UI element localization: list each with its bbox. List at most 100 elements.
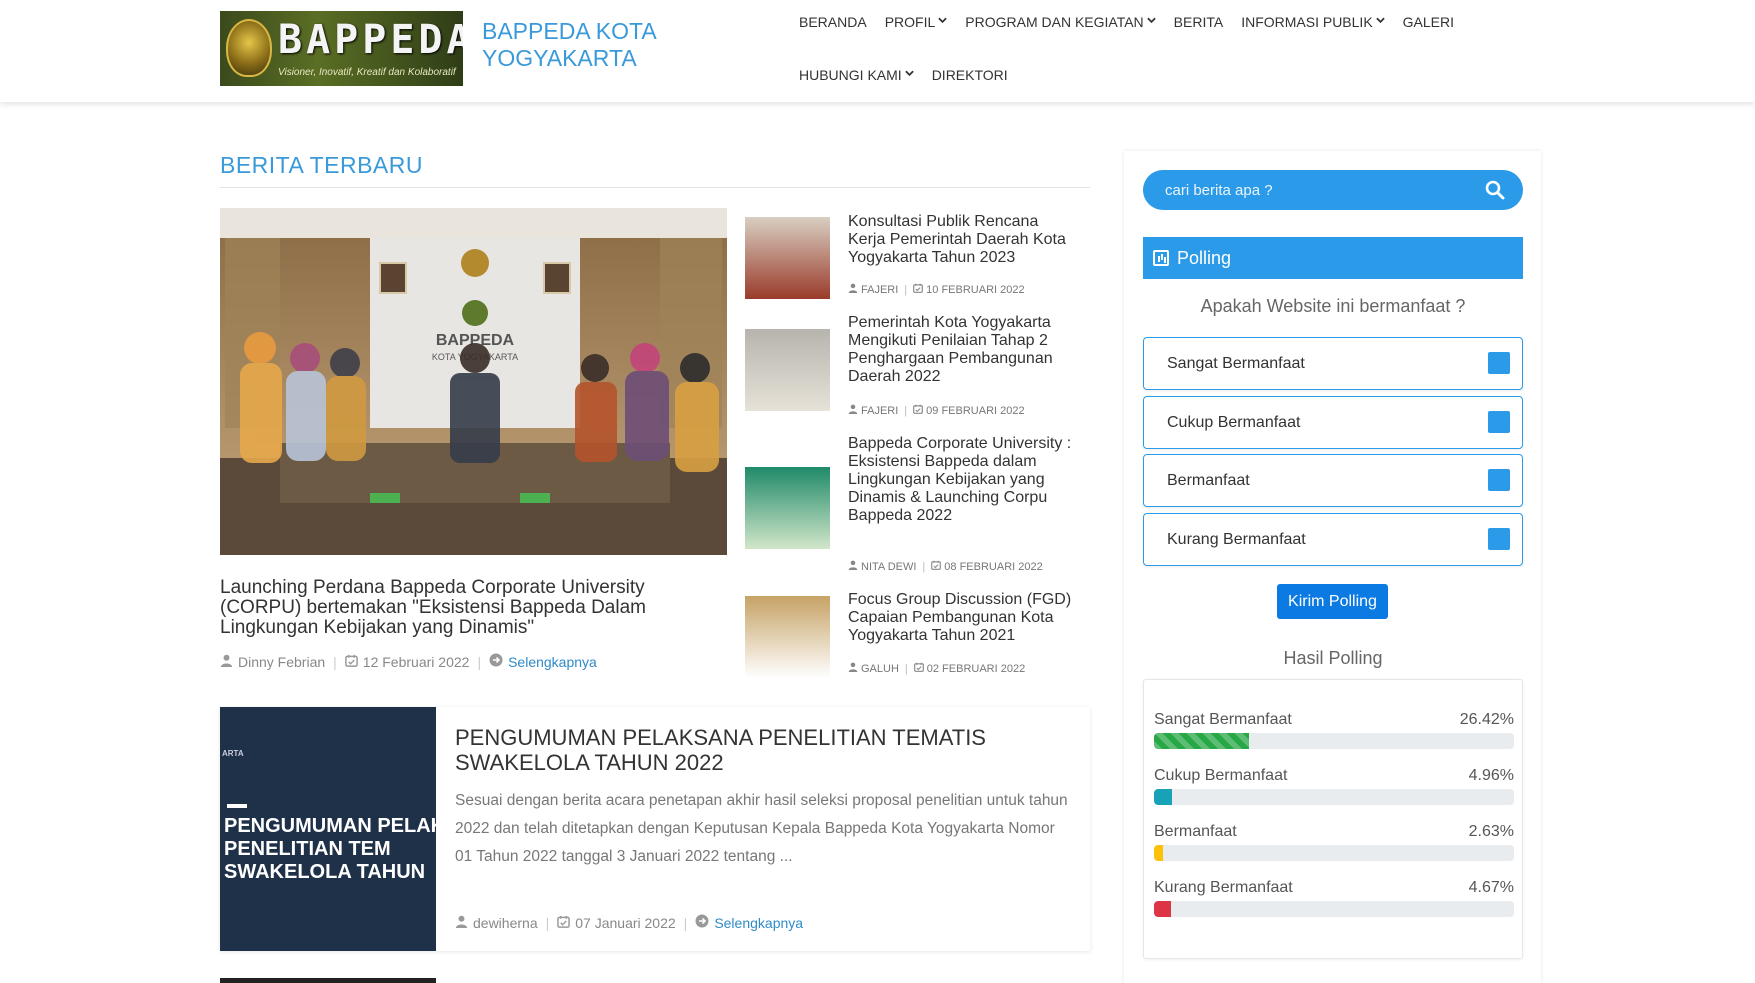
announcement-read-more-link[interactable]: Selengkapnya xyxy=(714,915,803,931)
poll-results: Sangat Bermanfaat 26.42% Cukup Bermanfaat 4… xyxy=(1143,679,1523,959)
poll-option-checkbox[interactable] xyxy=(1488,352,1510,374)
side-news-date: 09 FEBRUARI 2022 xyxy=(926,404,1025,417)
submit-poll-button[interactable]: Kirim Polling xyxy=(1277,584,1388,619)
announcement-image[interactable]: ARTA PENGUMUMAN PELAK PENELITIAN TEM SWA… xyxy=(220,707,436,951)
poll-result-bar xyxy=(1154,733,1250,749)
poll-result-label: Bermanfaat xyxy=(1154,823,1237,840)
nav-row-2: HUBUNGI KAMI DIREKTORI xyxy=(790,66,1017,84)
user-icon xyxy=(848,283,858,296)
side-news-thumbnail[interactable] xyxy=(745,467,830,549)
nav-item-label: PROFIL xyxy=(884,14,936,30)
calendar-icon xyxy=(931,560,942,573)
meta-separator: | xyxy=(683,914,688,931)
poll-option[interactable]: Cukup Bermanfaat xyxy=(1143,396,1523,449)
featured-news-image[interactable]: BAPPEDA KOTA YOGYAKARTA xyxy=(220,208,727,555)
section-divider xyxy=(220,187,1090,188)
poll-option[interactable]: Sangat Bermanfaat xyxy=(1143,337,1523,390)
poll-option-checkbox[interactable] xyxy=(1488,411,1510,433)
side-news-meta: GALUH | 02 FEBRUARI 2022 xyxy=(848,662,1025,675)
nav-item-label: DIREKTORI xyxy=(931,67,1008,83)
user-icon xyxy=(848,404,858,417)
meta-separator: | xyxy=(904,404,908,417)
site-logo[interactable]: BAPPEDA Visioner, Inovatif, Kreatif dan … xyxy=(220,11,463,86)
arrow-circle-icon xyxy=(695,914,709,931)
nav-item-program-dan-kegiatan[interactable]: PROGRAM DAN KEGIATAN xyxy=(956,13,1164,31)
poll-question: Apakah Website ini bermanfaat ? xyxy=(1200,296,1466,316)
side-news-thumbnail[interactable] xyxy=(745,596,830,678)
meta-separator: | xyxy=(904,662,908,675)
side-news-title[interactable]: Pemerintah Kota Yogyakarta Mengikuti Pen… xyxy=(848,314,1080,386)
search-input[interactable] xyxy=(1165,170,1465,210)
nav-item-label: BERANDA xyxy=(799,14,867,30)
poll-result-value: 4.67% xyxy=(1468,879,1514,896)
nav-item-beranda[interactable]: BERANDA xyxy=(790,13,876,31)
poll-result-bar xyxy=(1154,901,1171,917)
nav-item-berita[interactable]: BERITA xyxy=(1165,13,1233,31)
emblem-icon xyxy=(226,19,272,77)
poll-option-label: Bermanfaat xyxy=(1167,471,1250,489)
site-name[interactable]: BAPPEDA KOTA YOGYAKARTA xyxy=(482,18,702,72)
nav-item-label: INFORMASI PUBLIK xyxy=(1241,14,1373,30)
featured-news-title[interactable]: Launching Perdana Bappeda Corporate Univ… xyxy=(220,578,690,638)
side-news-author: FAJERI xyxy=(861,283,899,296)
announcement-image-bar xyxy=(227,804,247,808)
poll-option-checkbox[interactable] xyxy=(1488,528,1510,550)
announcement-date: 07 Januari 2022 xyxy=(575,914,676,931)
side-news-date: 10 FEBRUARI 2022 xyxy=(926,283,1025,296)
next-card-image-edge xyxy=(220,978,436,983)
sidebar: Polling Apakah Website ini bermanfaat ? … xyxy=(1124,151,1541,983)
search-icon[interactable] xyxy=(1485,180,1505,200)
section-title: BERITA TERBARU xyxy=(220,152,423,178)
nav-item-profil[interactable]: PROFIL xyxy=(876,13,957,31)
poll-header: Polling xyxy=(1143,237,1523,279)
poll-result-value: 26.42% xyxy=(1459,711,1514,728)
poll-option[interactable]: Bermanfaat xyxy=(1143,454,1523,507)
poll-result-value: 4.96% xyxy=(1468,767,1514,784)
side-news-author: NITA DEWI xyxy=(861,560,917,573)
announcement-card: ARTA PENGUMUMAN PELAK PENELITIAN TEM SWA… xyxy=(220,707,1090,951)
nav-item-direktori[interactable]: DIREKTORI xyxy=(923,66,1017,84)
arrow-circle-icon xyxy=(489,653,503,670)
announcement-title[interactable]: PENGUMUMAN PELAKSANA PENELITIAN TEMATIS … xyxy=(455,725,1055,775)
side-news-thumbnail[interactable] xyxy=(745,329,830,411)
logo-wordmark: BAPPEDA xyxy=(278,17,463,63)
announcement-image-line: PENGUMUMAN PELAK xyxy=(224,815,436,837)
nav-item-label: GALERI xyxy=(1402,14,1455,30)
side-news-thumbnail[interactable] xyxy=(745,217,830,299)
poll-result-bar xyxy=(1154,789,1172,805)
nav-item-hubungi-kami[interactable]: HUBUNGI KAMI xyxy=(790,66,923,84)
side-news-title[interactable]: Focus Group Discussion (FGD) Capaian Pem… xyxy=(848,591,1080,645)
poll-option[interactable]: Kurang Bermanfaat xyxy=(1143,513,1523,566)
nav-item-galeri[interactable]: GALERI xyxy=(1394,13,1463,31)
nav-item-informasi-publik[interactable]: INFORMASI PUBLIK xyxy=(1232,13,1393,31)
announcement-image-text: PENGUMUMAN PELAK PENELITIAN TEM SWAKELOL… xyxy=(224,815,436,884)
featured-read-more-link[interactable]: Selengkapnya xyxy=(508,654,597,670)
poll-result-track xyxy=(1154,733,1514,749)
meta-separator: | xyxy=(333,653,337,670)
announcement-meta: dewiherna | 07 Januari 2022 | Selengkapn… xyxy=(455,914,803,931)
user-icon xyxy=(848,662,858,675)
side-news-title[interactable]: Bappeda Corporate University : Eksistens… xyxy=(848,435,1080,525)
side-news-author: FAJERI xyxy=(861,404,899,417)
side-news-date: 08 FEBRUARI 2022 xyxy=(944,560,1043,573)
announcement-image-line: SWAKELOLA TAHUN xyxy=(224,861,426,883)
side-news-meta: FAJERI | 09 FEBRUARI 2022 xyxy=(848,404,1025,417)
poll-option-checkbox[interactable] xyxy=(1488,469,1510,491)
featured-news-meta: Dinny Febrian | 12 Februari 2022 | Selen… xyxy=(220,653,597,670)
calendar-icon xyxy=(913,662,924,675)
search-bar xyxy=(1143,170,1523,210)
featured-author: Dinny Febrian xyxy=(238,653,326,670)
chevron-down-icon xyxy=(904,66,914,84)
featured-photo: BAPPEDA KOTA YOGYAKARTA xyxy=(220,208,727,555)
poll-result-track xyxy=(1154,901,1514,917)
poll-result-label: Cukup Bermanfaat xyxy=(1154,767,1288,784)
nav-row-1: BERANDA PROFIL PROGRAM DAN KEGIATAN BERITA I… xyxy=(790,13,1463,31)
side-news-title[interactable]: Konsultasi Publik Rencana Kerja Pemerint… xyxy=(848,213,1080,267)
side-news-author: GALUH xyxy=(861,662,899,675)
user-icon xyxy=(455,915,468,931)
poll-result-label: Kurang Bermanfaat xyxy=(1154,879,1293,896)
meta-separator: | xyxy=(922,560,926,573)
poll-option-label: Cukup Bermanfaat xyxy=(1167,413,1301,431)
chevron-down-icon xyxy=(938,13,948,31)
nav-item-label: BERITA xyxy=(1173,14,1224,30)
